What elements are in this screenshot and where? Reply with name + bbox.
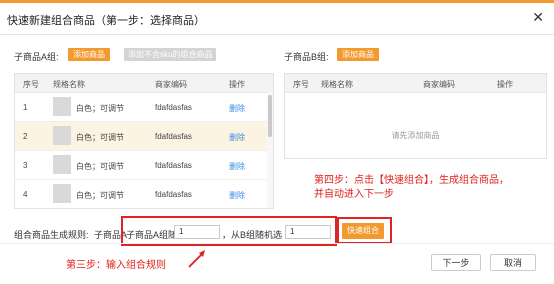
row-code: fdafdasfas bbox=[155, 103, 192, 112]
group-b-add-button[interactable]: 添加商品 bbox=[337, 48, 379, 61]
col-code-header: 商家编码 bbox=[155, 80, 187, 89]
row-code: fdafdasfas bbox=[155, 190, 192, 199]
row-index: 1 bbox=[23, 103, 28, 112]
table-row[interactable]: 4 白色；可调节 fdafdasfas 删除 bbox=[15, 180, 267, 208]
col-spec-header: 规格名称 bbox=[321, 80, 353, 89]
group-a-table: 序号 规格名称 商家编码 操作 1 白色；可调节 fdafdasfas 删除 2… bbox=[14, 73, 274, 209]
col-code-header: 商家编码 bbox=[423, 80, 455, 89]
row-index: 2 bbox=[23, 132, 28, 141]
group-b-table-header: 序号 规格名称 商家编码 操作 bbox=[285, 74, 546, 93]
empty-state-text: 请先添加商品 bbox=[391, 131, 440, 140]
step4-annotation: 第四步：点击【快速组合】，生成组合商品， 并自动进入下一步 bbox=[314, 174, 509, 202]
dialog-title: 快速新建组合商品（第一步：选择商品） bbox=[7, 15, 205, 27]
row-index: 3 bbox=[23, 161, 28, 170]
close-icon[interactable]: ✕ bbox=[532, 9, 544, 26]
scrollbar-thumb[interactable] bbox=[268, 95, 272, 137]
arrow-icon bbox=[188, 250, 205, 268]
step3-annotation: 第三步：输入组合规则 bbox=[66, 260, 166, 271]
rule-label: 组合商品生成规则: bbox=[14, 230, 89, 240]
product-thumbnail bbox=[53, 155, 71, 174]
col-index-header: 序号 bbox=[293, 80, 309, 89]
next-step-button[interactable]: 下一步 bbox=[431, 254, 481, 271]
step4-annotation-line2: 并自动进入下一步 bbox=[314, 189, 394, 200]
col-action-header: 操作 bbox=[497, 80, 513, 89]
row-spec: 白色；可调节 bbox=[76, 104, 124, 113]
product-thumbnail bbox=[53, 126, 71, 145]
row-spec: 白色；可调节 bbox=[76, 162, 124, 171]
delete-link[interactable]: 删除 bbox=[229, 103, 245, 114]
group-b-count-input[interactable] bbox=[285, 225, 331, 239]
group-a-label: 子商品A组: bbox=[14, 52, 59, 62]
product-thumbnail bbox=[53, 184, 71, 203]
group-a-add-no-sku-button: 添加不含sku的组合商品 bbox=[124, 48, 217, 61]
row-code: fdafdasfas bbox=[155, 161, 192, 170]
row-spec: 白色；可调节 bbox=[76, 191, 124, 200]
footer-divider bbox=[0, 243, 554, 244]
group-a-add-button[interactable]: 添加商品 bbox=[68, 48, 110, 61]
col-index-header: 序号 bbox=[23, 80, 39, 89]
step4-annotation-line1: 第四步：点击【快速组合】，生成组合商品， bbox=[314, 175, 509, 186]
col-spec-header: 规格名称 bbox=[53, 80, 85, 89]
table-row[interactable]: 1 白色；可调节 fdafdasfas 删除 bbox=[15, 93, 267, 122]
rule-part2: ，从B组随机选 bbox=[222, 230, 283, 240]
quick-combine-button[interactable]: 快速组合 bbox=[342, 223, 384, 239]
col-action-header: 操作 bbox=[229, 80, 245, 89]
table-row[interactable]: 3 白色；可调节 fdafdasfas 删除 bbox=[15, 151, 267, 180]
row-code: fdafdasfas bbox=[155, 132, 192, 141]
cancel-button[interactable]: 取消 bbox=[490, 254, 536, 271]
delete-link[interactable]: 删除 bbox=[229, 161, 245, 172]
product-thumbnail bbox=[53, 97, 71, 116]
group-a-count-input[interactable] bbox=[174, 225, 220, 239]
group-a-table-header: 序号 规格名称 商家编码 操作 bbox=[15, 74, 273, 93]
dialog-title-bar: 快速新建组合商品（第一步：选择商品） ✕ bbox=[0, 3, 554, 35]
group-b-label: 子商品B组: bbox=[284, 52, 329, 62]
table-row[interactable]: 2 白色；可调节 fdafdasfas 删除 bbox=[15, 122, 267, 151]
row-spec: 白色；可调节 bbox=[76, 133, 124, 142]
row-index: 4 bbox=[23, 190, 28, 199]
group-b-table: 序号 规格名称 商家编码 操作 请先添加商品 bbox=[284, 73, 547, 159]
delete-link[interactable]: 删除 bbox=[229, 132, 245, 143]
delete-link[interactable]: 删除 bbox=[229, 190, 245, 201]
